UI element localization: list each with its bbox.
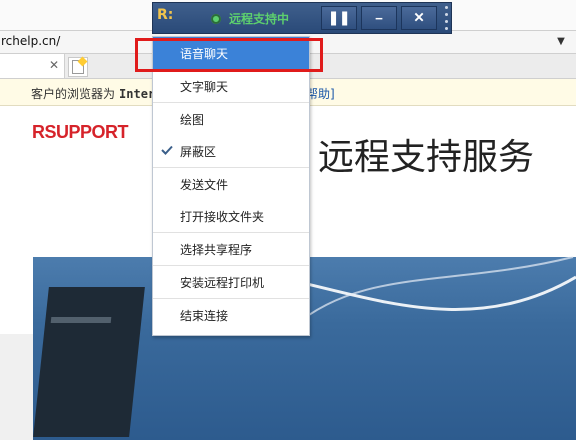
pause-button[interactable]: ❚❚ (321, 6, 357, 30)
menu-item-open-received-folder[interactable]: 打开接收文件夹 (153, 200, 309, 232)
address-dropdown-icon[interactable]: ▼ (554, 33, 568, 49)
menu-item-select-shared-program[interactable]: 选择共享程序 (153, 233, 309, 265)
menu-item-block-area[interactable]: 屏蔽区 (153, 135, 309, 167)
menu-item-label[interactable]: 安装远程打印机 (180, 274, 264, 291)
menu-item-text-chat[interactable]: 文字聊天 (153, 70, 309, 102)
grip-dot (444, 27, 448, 30)
menu-item-label[interactable]: 发送文件 (180, 176, 228, 193)
toolbar-logo-label: R: (157, 7, 174, 23)
menu-item-label[interactable]: 打开接收文件夹 (180, 208, 264, 225)
menu-item-draw[interactable]: 绘图 (153, 103, 309, 135)
close-button[interactable]: ✕ (401, 6, 437, 30)
toolbar-status-text[interactable]: 远程支持中 (229, 12, 289, 26)
new-tab-icon[interactable] (68, 56, 88, 77)
drag-grip-icon[interactable] (443, 6, 449, 30)
minimize-icon: − (375, 10, 383, 26)
logo-text: RSUPPORT (32, 122, 129, 142)
grip-dot (444, 6, 448, 9)
menu-item-label[interactable]: 屏蔽区 (180, 143, 216, 160)
address-text[interactable]: rchelp.cn/ (1, 34, 60, 48)
minimize-button[interactable]: − (361, 6, 397, 30)
toolbar-status[interactable]: 远程支持中 (207, 10, 289, 27)
info-browser: Inter (119, 87, 156, 101)
rsupport-toolbar-logo-icon: R: (157, 7, 183, 29)
help-link[interactable]: 帮助] (306, 85, 335, 102)
close-icon: ✕ (413, 10, 425, 25)
menu-item-send-file[interactable]: 发送文件 (153, 168, 309, 200)
highlight-annotation (135, 38, 323, 72)
tab-current[interactable]: ✕ (0, 54, 65, 78)
page-title: 远程支持服务 (318, 137, 535, 178)
menu-item-label[interactable]: 选择共享程序 (180, 241, 252, 258)
close-tab-icon[interactable]: ✕ (48, 59, 60, 71)
menu-item-install-remote-printer[interactable]: 安装远程打印机 (153, 266, 309, 298)
menu-item-end-connection[interactable]: 结束连接 (153, 299, 309, 331)
pause-icon: ❚❚ (327, 10, 351, 25)
rsupport-logo: RSUPPORT (32, 122, 129, 143)
grip-dot (444, 13, 448, 16)
info-prefix: 客户的浏览器为 (31, 87, 116, 101)
toolbar-menu: 语音聊天 文字聊天 绘图 屏蔽区 发送文件 打开接收文件夹 选择共享程序 安装远… (152, 36, 310, 336)
grip-dot (444, 20, 448, 23)
menu-item-label[interactable]: 绘图 (180, 111, 204, 128)
menu-item-label[interactable]: 结束连接 (180, 307, 228, 324)
menu-item-label[interactable]: 文字聊天 (180, 78, 228, 95)
remote-support-toolbar: R: 远程支持中 ❚❚ − ✕ (152, 2, 452, 34)
info-text: 客户的浏览器为 Inter (31, 85, 155, 102)
check-icon (161, 145, 173, 155)
